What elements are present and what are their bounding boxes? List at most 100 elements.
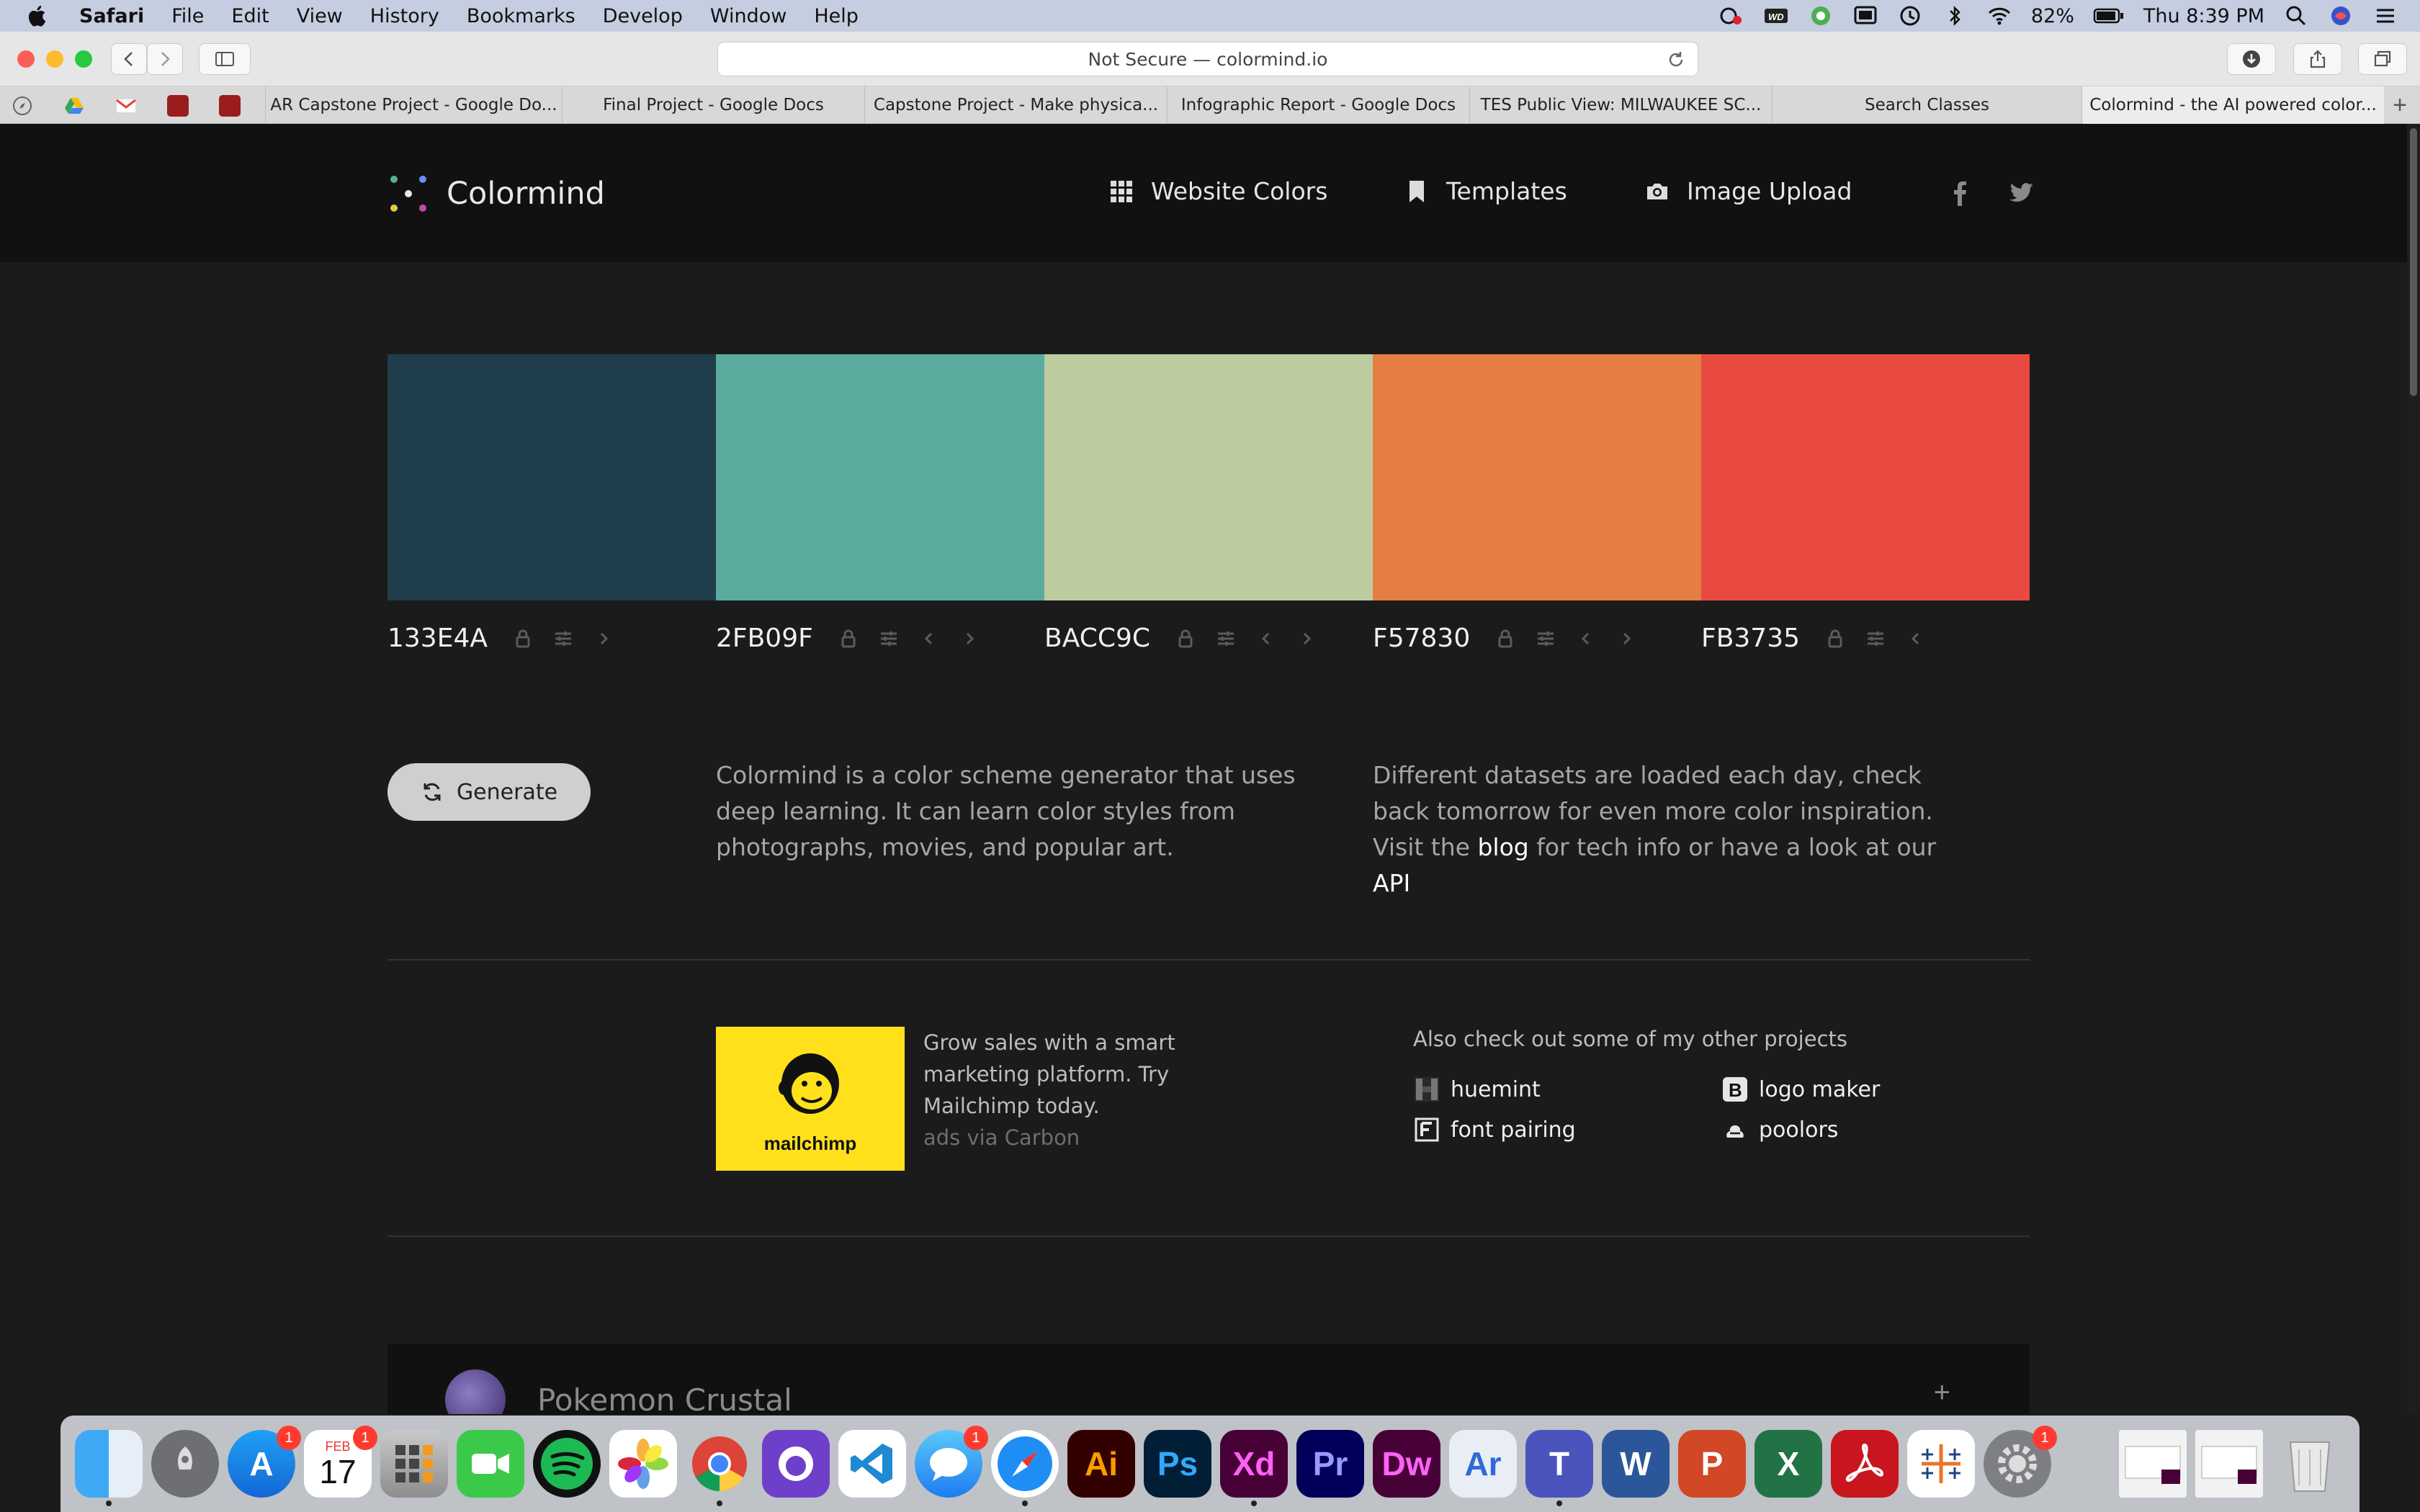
nav-templates[interactable]: Templates (1404, 177, 1567, 205)
hex-code-4[interactable]: F57830 (1373, 624, 1470, 653)
ad-copy[interactable]: Grow sales with a smart marketing platfo… (923, 1027, 1269, 1153)
lock-icon[interactable] (512, 628, 534, 649)
calendar-icon[interactable]: FEB 17 1 (304, 1426, 377, 1498)
lock-icon[interactable] (1824, 628, 1846, 649)
chevron-right-icon[interactable] (1296, 628, 1317, 649)
adjust-sliders-icon[interactable] (1865, 628, 1886, 649)
time-machine-icon[interactable] (1897, 4, 1923, 27)
clock[interactable]: Thu 8:39 PM (2143, 5, 2264, 27)
display-icon[interactable] (1852, 4, 1878, 27)
hex-code-2[interactable]: 2FB09F (716, 624, 813, 653)
bookmark-favorite-2[interactable] (219, 95, 241, 117)
bookmark-favorite-1[interactable] (167, 95, 189, 117)
document-thumbnail-1[interactable] (2119, 1430, 2187, 1498)
powerpoint-icon[interactable]: P (1678, 1430, 1746, 1498)
hex-code-3[interactable]: BACC9C (1044, 624, 1150, 653)
google-drive-favorite-icon[interactable] (63, 95, 85, 117)
adjust-sliders-icon[interactable] (1215, 628, 1237, 649)
spotlight-icon[interactable] (2283, 4, 2309, 27)
ad-via-carbon[interactable]: ads via Carbon (923, 1122, 1269, 1153)
api-link[interactable]: API (1373, 869, 1410, 897)
vscode-icon[interactable] (838, 1430, 906, 1498)
illustrator-icon[interactable]: Ai (1067, 1430, 1135, 1498)
xd-icon[interactable]: Xd (1220, 1430, 1288, 1506)
chevron-left-icon[interactable] (918, 628, 940, 649)
tab-capstone-project[interactable]: Capstone Project - Make physica... (864, 86, 1167, 124)
tab-search-classes[interactable]: Search Classes (1772, 86, 2081, 124)
menu-help[interactable]: Help (814, 5, 859, 27)
color-swatch-2[interactable] (716, 354, 1044, 600)
wifi-icon[interactable] (1986, 4, 2012, 27)
color-swatch-3[interactable] (1044, 354, 1373, 600)
battery-icon[interactable] (2093, 4, 2125, 27)
document-thumbnail-2[interactable] (2195, 1430, 2263, 1498)
menu-edit[interactable]: Edit (231, 5, 269, 27)
app-store-icon[interactable]: A1 (228, 1426, 301, 1498)
nav-image-upload[interactable]: Image Upload (1645, 177, 1852, 205)
github-desktop-icon[interactable] (762, 1430, 830, 1498)
address-bar[interactable]: Not Secure — colormind.io (717, 42, 1698, 76)
site-logo[interactable]: Colormind (387, 173, 605, 215)
safari-icon[interactable] (991, 1430, 1059, 1506)
tab-final-project[interactable]: Final Project - Google Docs (562, 86, 864, 124)
tableau-icon[interactable] (1907, 1430, 1975, 1498)
premiere-icon[interactable]: Pr (1296, 1430, 1364, 1498)
twitter-icon[interactable] (2007, 179, 2035, 207)
launchpad-icon[interactable] (151, 1430, 219, 1498)
word-icon[interactable]: W (1602, 1430, 1670, 1498)
project-logo-maker[interactable]: B logo maker (1721, 1076, 1880, 1103)
close-window-button[interactable] (17, 50, 35, 68)
adjust-sliders-icon[interactable] (1535, 628, 1556, 649)
tab-colormind[interactable]: Colormind - the AI powered color... (2081, 86, 2384, 124)
lock-icon[interactable] (1175, 628, 1196, 649)
project-font-pairing[interactable]: font pairing (1413, 1116, 1576, 1143)
chevron-right-icon[interactable] (1615, 628, 1637, 649)
scrollbar[interactable] (2407, 124, 2420, 1414)
messages-icon[interactable]: 1 (915, 1426, 988, 1498)
acrobat-icon[interactable] (1831, 1430, 1899, 1498)
teams-icon[interactable]: T (1525, 1430, 1593, 1506)
menu-window[interactable]: Window (710, 5, 786, 27)
hex-code-5[interactable]: FB3735 (1701, 624, 1800, 653)
chevron-left-icon[interactable] (1255, 628, 1277, 649)
ad-text[interactable]: Grow sales with a smart marketing platfo… (923, 1027, 1269, 1122)
menu-develop[interactable]: Develop (603, 5, 683, 27)
share-button[interactable] (2293, 43, 2342, 75)
ad-image[interactable]: mailchimp (716, 1027, 905, 1171)
chevron-left-icon[interactable] (1575, 628, 1597, 649)
color-swatch-1[interactable] (387, 354, 716, 600)
chevron-left-icon[interactable] (1905, 628, 1927, 649)
hex-code-1[interactable]: 133E4A (387, 624, 488, 653)
chevron-right-icon[interactable] (959, 628, 980, 649)
new-tab-button[interactable]: + (2387, 92, 2413, 118)
project-huemint[interactable]: huemint (1413, 1076, 1541, 1103)
photoshop-icon[interactable]: Ps (1144, 1430, 1211, 1498)
creative-cloud-icon[interactable] (1718, 4, 1744, 27)
dreamweaver-icon[interactable]: Dw (1373, 1430, 1440, 1498)
facebook-icon[interactable] (1946, 179, 1975, 207)
compass-favorite-icon[interactable] (12, 95, 33, 117)
chrome-icon[interactable] (686, 1430, 753, 1506)
menu-safari[interactable]: Safari (79, 5, 144, 27)
aero-icon[interactable]: Ar (1449, 1430, 1517, 1498)
generate-button[interactable]: Generate (387, 763, 591, 821)
photos-icon[interactable] (609, 1430, 677, 1498)
project-poolors[interactable]: poolors (1721, 1116, 1838, 1143)
menu-history[interactable]: History (370, 5, 439, 27)
chrome-status-icon[interactable] (1808, 4, 1834, 27)
siri-icon[interactable] (2328, 4, 2354, 27)
reload-icon[interactable] (1666, 50, 1686, 70)
sidebar-toggle-button[interactable] (199, 43, 251, 75)
lock-icon[interactable] (1494, 628, 1516, 649)
menu-bookmarks[interactable]: Bookmarks (467, 5, 575, 27)
forward-button[interactable] (147, 43, 183, 75)
chevron-right-icon[interactable] (593, 628, 614, 649)
tab-ar-capstone[interactable]: AR Capstone Project - Google Do... (265, 86, 562, 124)
card-expand-icon[interactable]: + (1934, 1377, 1950, 1409)
blog-link[interactable]: blog (1477, 833, 1528, 861)
bluetooth-icon[interactable] (1942, 4, 1968, 27)
finder-icon[interactable] (75, 1430, 143, 1506)
zoom-window-button[interactable] (75, 50, 92, 68)
tab-infographic-report[interactable]: Infographic Report - Google Docs (1167, 86, 1469, 124)
downloads-button[interactable] (2227, 43, 2276, 75)
